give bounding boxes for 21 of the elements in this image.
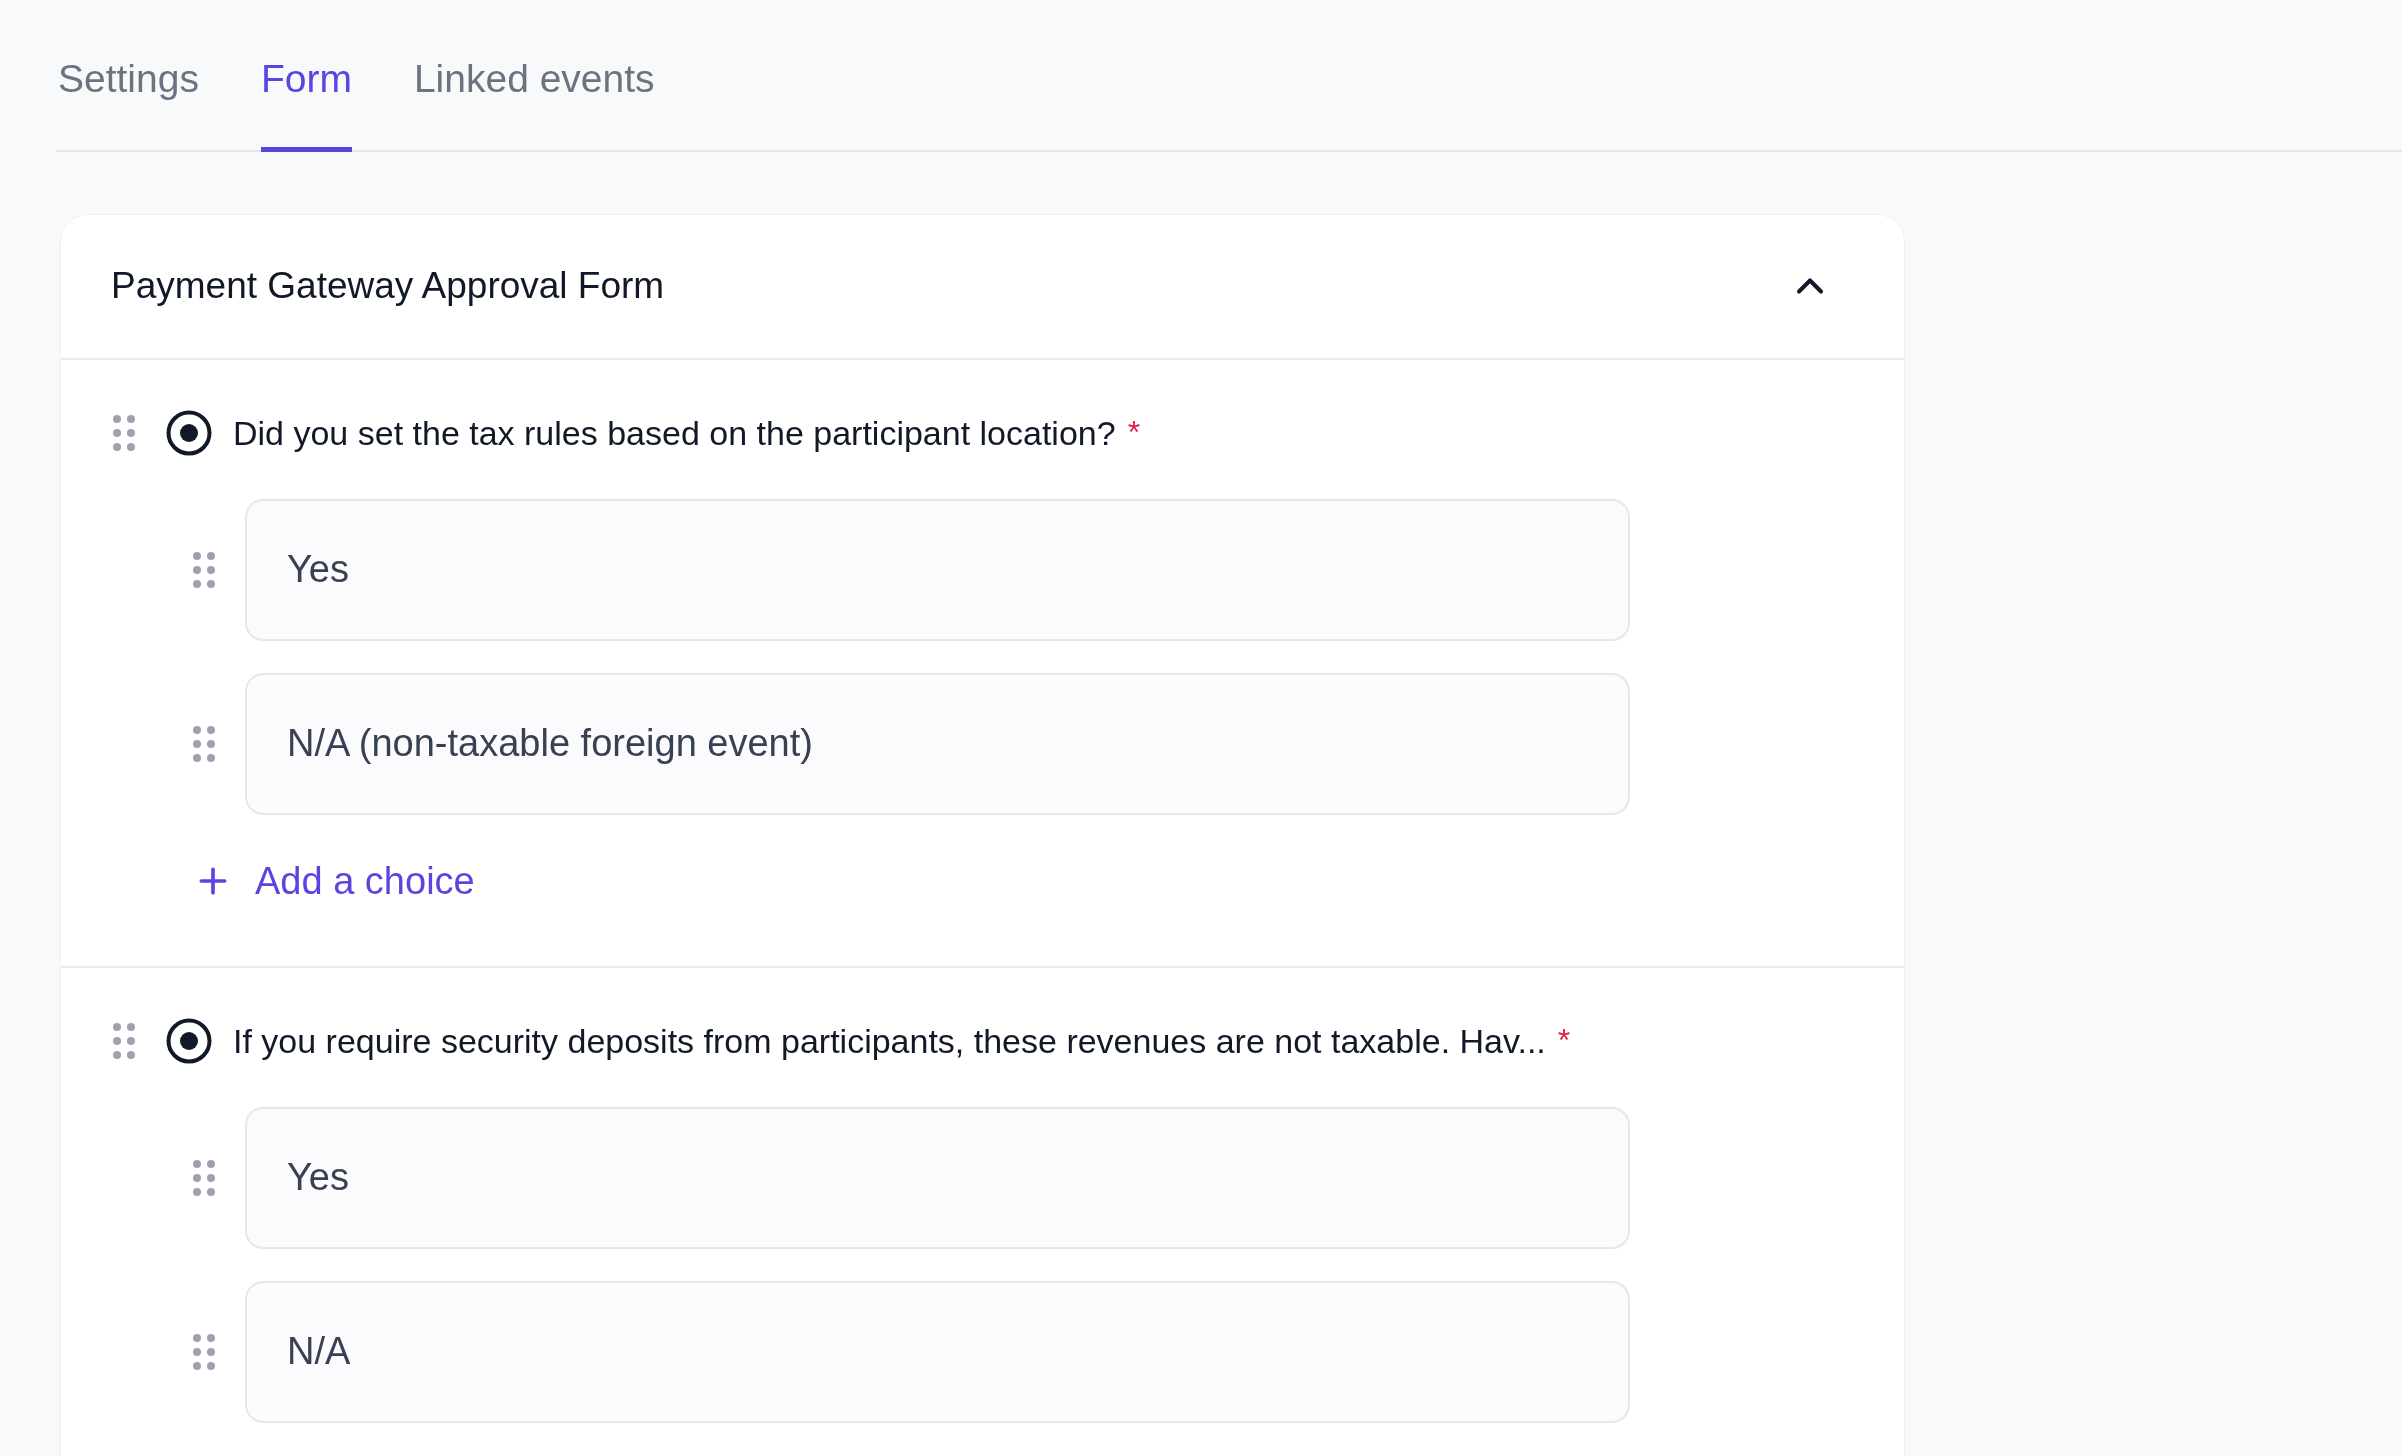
drag-handle-icon[interactable] xyxy=(113,1023,135,1059)
drag-handle-icon[interactable] xyxy=(193,551,215,588)
add-choice-button[interactable]: Add a choice xyxy=(193,852,475,910)
radio-button-icon xyxy=(165,409,213,457)
tab[interactable]: Settings xyxy=(58,50,199,152)
required-mark: * xyxy=(1127,412,1141,452)
choice-input[interactable]: N/A xyxy=(245,1280,1630,1423)
drag-handle-icon[interactable] xyxy=(113,415,135,451)
question-text: Did you set the tax rules based on the participant location? xyxy=(233,412,1116,454)
choice-input[interactable]: Yes xyxy=(245,1106,1630,1249)
choice-input[interactable]: N/A (non-taxable foreign event) xyxy=(245,672,1630,815)
choice-input[interactable]: Yes xyxy=(245,498,1630,641)
drag-handle-icon[interactable] xyxy=(193,1333,215,1370)
drag-handle-icon[interactable] xyxy=(193,725,215,762)
form-title: Payment Gateway Approval Form xyxy=(111,264,665,309)
tab[interactable]: Form xyxy=(260,50,352,152)
required-mark: * xyxy=(1557,1020,1571,1060)
tab[interactable]: Linked events xyxy=(413,50,655,152)
radio-button-icon xyxy=(165,1017,213,1065)
question-text: If you require security deposits from participants, these revenues are not taxable. Hav... xyxy=(233,1020,1546,1062)
drag-handle-icon[interactable] xyxy=(193,1159,215,1196)
